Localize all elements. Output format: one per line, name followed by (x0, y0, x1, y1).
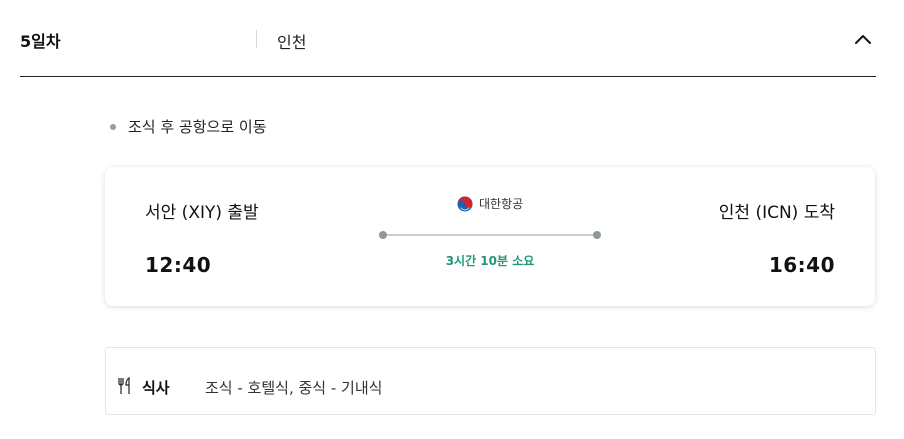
departure-time: 12:40 (145, 253, 212, 277)
airline: 대한항공 (457, 195, 523, 212)
route-line (383, 234, 597, 236)
meal-box: 식사 조식 - 호텔식, 중식 - 기내식 (105, 347, 876, 415)
bullet-icon (110, 123, 116, 130)
flight-card: 서안 (XIY) 출발 12:40 대한항공 3시간 10분 소요 인천 (IC… (105, 167, 875, 306)
header-divider (256, 30, 257, 48)
airline-name: 대한항공 (479, 197, 524, 211)
flight-duration: 3시간 10분 소요 (445, 254, 535, 268)
schedule-item: 조식 후 공항으로 이동 (110, 116, 267, 137)
collapse-chevron-up-icon[interactable] (850, 26, 876, 52)
arrival-label: 인천 (ICN) 도착 (718, 203, 835, 223)
day-header[interactable]: 5일차 인천 (20, 0, 876, 77)
route-start-dot (379, 231, 387, 239)
meal-value: 조식 - 호텔식, 중식 - 기내식 (205, 379, 383, 397)
flight-route (379, 231, 601, 239)
day-label: 5일차 (20, 32, 61, 51)
day-city: 인천 (277, 33, 307, 52)
fork-knife-icon (117, 376, 133, 395)
meal-label: 식사 (142, 379, 170, 397)
departure-label: 서안 (XIY) 출발 (145, 203, 259, 223)
schedule-item-text: 조식 후 공항으로 이동 (128, 118, 267, 136)
korean-air-logo-icon (457, 196, 473, 212)
route-end-dot (593, 231, 601, 239)
arrival-time: 16:40 (768, 253, 835, 277)
